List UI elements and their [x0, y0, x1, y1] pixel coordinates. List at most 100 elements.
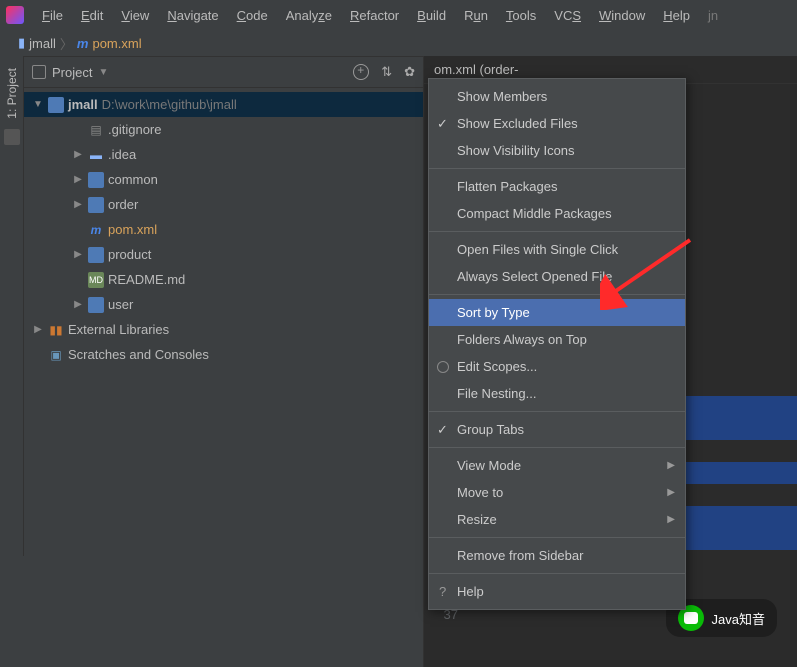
menu-code[interactable]: Code: [229, 4, 276, 27]
menu-item[interactable]: Edit Scopes...: [429, 353, 685, 380]
radio-icon: [437, 361, 449, 373]
menu-item[interactable]: Sort by Type: [429, 299, 685, 326]
menu-refactor[interactable]: Refactor: [342, 4, 407, 27]
menu-item[interactable]: Always Select Opened File: [429, 263, 685, 290]
gitignore-icon: ▤: [88, 122, 104, 138]
tree-item[interactable]: ▶ product: [24, 242, 423, 267]
menu-item[interactable]: View Mode ▶: [429, 452, 685, 479]
menu-view[interactable]: View: [113, 4, 157, 27]
chevron-icon[interactable]: ▶: [72, 299, 84, 310]
module-icon: [88, 172, 104, 188]
menu-item[interactable]: Resize ▶: [429, 506, 685, 533]
chevron-right-icon: ▶: [667, 460, 675, 471]
breadcrumb: ▮ jmall 〉 m pom.xml: [0, 30, 797, 56]
menu-item-label: Resize: [457, 512, 497, 527]
menu-item-label: Group Tabs: [457, 422, 524, 437]
menu-item-label: Sort by Type: [457, 305, 530, 320]
tree-item[interactable]: ▶ order: [24, 192, 423, 217]
menu-run[interactable]: Run: [456, 4, 496, 27]
menu-item[interactable]: Flatten Packages: [429, 173, 685, 200]
module-icon: [88, 197, 104, 213]
menu-item-label: Show Members: [457, 89, 547, 104]
menubar: File Edit View Navigate Code Analyze Ref…: [0, 0, 797, 30]
menu-item[interactable]: ?Help: [429, 578, 685, 605]
menu-item[interactable]: File Nesting...: [429, 380, 685, 407]
maven-icon: m: [77, 36, 89, 51]
settings-gear-icon[interactable]: ✿: [404, 64, 415, 80]
tree-item-label: README.md: [108, 272, 185, 287]
menu-item-label: Compact Middle Packages: [457, 206, 612, 221]
scratch-icon: ▣: [48, 347, 64, 363]
menu-separator: [429, 231, 685, 232]
tree-item[interactable]: ▶user: [24, 292, 423, 317]
help-icon: ?: [439, 584, 446, 599]
menu-item[interactable]: Show Visibility Icons: [429, 137, 685, 164]
chevron-icon[interactable]: ▶: [72, 149, 84, 160]
chevron-icon[interactable]: ▶: [72, 174, 84, 185]
menu-item[interactable]: Open Files with Single Click: [429, 236, 685, 263]
menu-separator: [429, 294, 685, 295]
check-icon: ✓: [437, 116, 448, 132]
tree-external-libraries[interactable]: ▶ ▮▮ External Libraries: [24, 317, 423, 342]
tree-label: External Libraries: [68, 322, 169, 337]
expand-all-icon[interactable]: ⇅: [381, 64, 392, 80]
tree-item[interactable]: MD README.md: [24, 267, 423, 292]
menu-window[interactable]: Window: [591, 4, 653, 27]
sidebar-header: Project ▼ ⇅ ✿: [24, 56, 423, 88]
tree-item[interactable]: ▶common: [24, 167, 423, 192]
menu-item-label: View Mode: [457, 458, 521, 473]
app-icon: [6, 6, 24, 24]
menu-item[interactable]: Show Members: [429, 83, 685, 110]
menu-item-label: Show Visibility Icons: [457, 143, 575, 158]
folder-icon: ▬: [88, 147, 104, 163]
select-opened-file-icon[interactable]: [353, 64, 369, 80]
breadcrumb-sep: 〉: [60, 34, 73, 53]
chevron-icon[interactable]: ▶: [72, 199, 84, 210]
scope-selector-icon[interactable]: [32, 65, 46, 79]
menu-item[interactable]: Move to▶: [429, 479, 685, 506]
menu-separator: [429, 573, 685, 574]
menu-help[interactable]: Help: [655, 4, 698, 27]
tool-project-tab[interactable]: 1: Project: [5, 62, 19, 125]
project-tree: ▼ jmall D:\work\me\github\jmall ▤ .gitign…: [24, 88, 423, 371]
tree-item[interactable]: ▶▬.idea: [24, 142, 423, 167]
folder-icon: ▮: [18, 35, 25, 51]
tree-root[interactable]: ▼ jmall D:\work\me\github\jmall: [24, 92, 423, 117]
menu-tools[interactable]: Tools: [498, 4, 544, 27]
menu-item[interactable]: ✓Group Tabs: [429, 416, 685, 443]
sidebar-title[interactable]: Project: [52, 65, 92, 80]
menu-separator: [429, 168, 685, 169]
chevron-down-icon[interactable]: ▼: [98, 67, 108, 78]
chevron-right-icon: ▶: [667, 487, 675, 498]
chevron-right-icon[interactable]: ▶: [32, 324, 44, 335]
tree-item[interactable]: mpom.xml: [24, 217, 423, 242]
menu-file[interactable]: File: [34, 4, 71, 27]
breadcrumb-file[interactable]: pom.xml: [92, 36, 141, 51]
menu-navigate[interactable]: Navigate: [159, 4, 226, 27]
menu-item[interactable]: Folders Always on Top: [429, 326, 685, 353]
menu-analyze[interactable]: Analyze: [278, 4, 340, 27]
tree-root-path: D:\work\me\github\jmall: [102, 97, 237, 112]
menu-build[interactable]: Build: [409, 4, 454, 27]
markdown-icon: MD: [88, 272, 104, 288]
menu-vcs[interactable]: VCS: [546, 4, 589, 27]
tool-structure-icon[interactable]: [4, 129, 20, 145]
chevron-right-icon: ▶: [667, 514, 675, 525]
breadcrumb-project[interactable]: jmall: [29, 36, 56, 51]
tree-scratches[interactable]: ▣ Scratches and Consoles: [24, 342, 423, 367]
menu-item-label: Show Excluded Files: [457, 116, 578, 131]
menu-item[interactable]: Remove from Sidebar: [429, 542, 685, 569]
tree-label: Scratches and Consoles: [68, 347, 209, 362]
chevron-icon[interactable]: ▶: [72, 249, 84, 260]
context-menu: Show Members ✓ Show Excluded Files Show Vis…: [428, 78, 686, 610]
chevron-down-icon[interactable]: ▼: [32, 99, 44, 110]
menu-item[interactable]: Compact Middle Packages: [429, 200, 685, 227]
tree-item-label: product: [108, 247, 151, 262]
menu-edit[interactable]: Edit: [73, 4, 111, 27]
menu-item[interactable]: ✓ Show Excluded Files: [429, 110, 685, 137]
tree-item-label: order: [108, 197, 138, 212]
tree-item-label: .gitignore: [108, 122, 161, 137]
tab-label: om.xml (order-: [434, 62, 519, 77]
module-icon: [48, 97, 64, 113]
tree-item[interactable]: ▤ .gitignore: [24, 117, 423, 142]
